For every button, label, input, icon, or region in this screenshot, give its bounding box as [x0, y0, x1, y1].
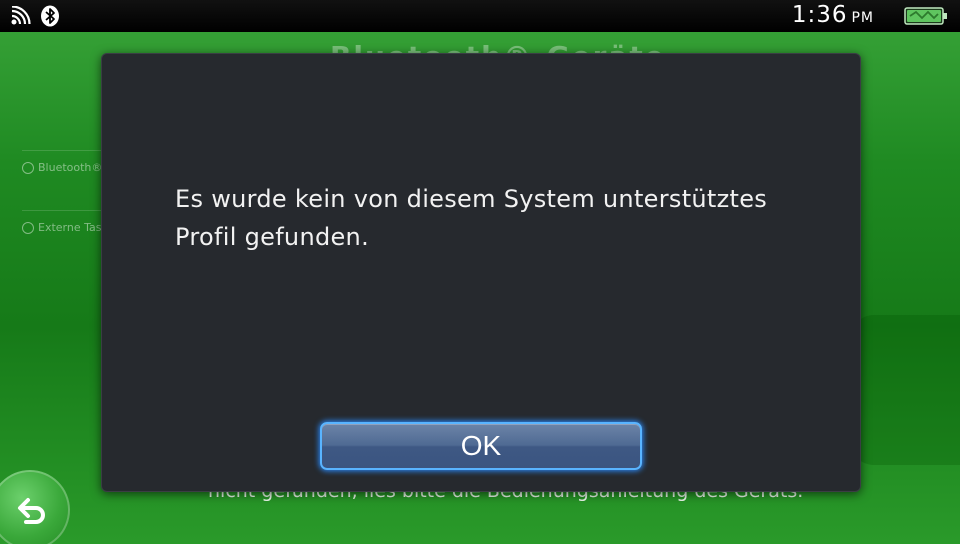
screen: 1:36PM Bluetooth®-Geräte Bluetooth®-Gerä…: [0, 0, 960, 544]
wifi-icon: [11, 6, 31, 25]
list-item[interactable]: Externe Tastatur: [22, 210, 112, 257]
bluetooth-icon: [41, 5, 59, 27]
back-button[interactable]: [0, 470, 70, 544]
battery-icon: [904, 7, 947, 25]
settings-icon: [22, 222, 34, 234]
dialog-message: Es wurde kein von diesem System unterstü…: [175, 185, 768, 251]
dialog: Es wurde kein von diesem System unterstü…: [101, 53, 861, 492]
settings-icon: [22, 162, 34, 174]
clock: 1:36 PM: [792, 2, 874, 28]
back-arrow-icon: [18, 498, 45, 524]
ok-button[interactable]: OK: [320, 422, 642, 470]
background-decoration: [850, 315, 960, 465]
list-item[interactable]: Bluetooth®-Geräte: [22, 150, 112, 197]
clock-time: 1:36: [791, 2, 848, 28]
status-bar: 1:36 PM: [0, 0, 960, 32]
clock-ampm: PM: [851, 10, 874, 26]
